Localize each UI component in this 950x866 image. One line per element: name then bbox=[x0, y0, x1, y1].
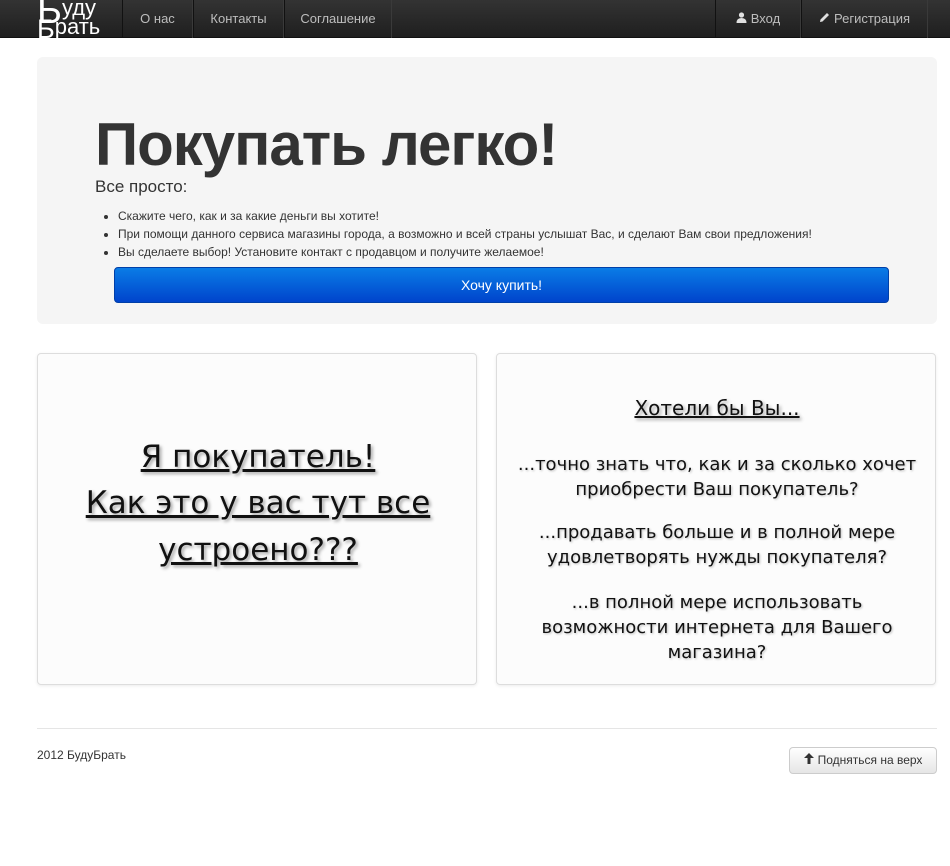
seller-card-line: магазина? bbox=[667, 642, 767, 663]
register-link[interactable]: Регистрация bbox=[801, 0, 928, 38]
seller-card-line: приобрести Ваш покупатель? bbox=[575, 479, 859, 500]
footer-divider bbox=[37, 728, 937, 729]
nav-item-contacts[interactable]: Контакты bbox=[193, 0, 284, 38]
buyer-card-line: Как это у вас тут все bbox=[85, 485, 431, 521]
brand-logo[interactable]: Буду Брать bbox=[37, 0, 123, 44]
brand-line-2: Брать bbox=[37, 14, 101, 44]
login-link[interactable]: Вход bbox=[715, 0, 801, 38]
nav-item-agreement[interactable]: Соглашение bbox=[284, 0, 392, 38]
seller-card-line: ...продавать больше и в полной мере bbox=[538, 522, 896, 543]
user-icon bbox=[736, 0, 747, 38]
seller-card-heading: Хотели бы Вы... bbox=[634, 396, 800, 420]
login-label: Вход bbox=[750, 11, 781, 26]
hero-bullets: Скажите чего, как и за какие деньги вы х… bbox=[118, 207, 812, 261]
register-label: Регистрация bbox=[834, 11, 910, 26]
copyright-text: 2012 БудуБрать bbox=[37, 748, 126, 762]
top-navbar: Буду Брать О нас Контакты Соглашение Вхо… bbox=[0, 0, 950, 44]
seller-card-line: удовлетворять нужды покупателя? bbox=[546, 547, 888, 568]
nav-item-label: О нас bbox=[140, 11, 175, 26]
buyer-card-line: устроено??? bbox=[158, 532, 358, 568]
nav-item-about[interactable]: О нас bbox=[122, 0, 193, 38]
nav-item-label: Контакты bbox=[210, 11, 267, 26]
buyer-card-line: Я покупатель! bbox=[140, 439, 376, 475]
list-item: При помощи данного сервиса магазины горо… bbox=[118, 225, 812, 243]
seller-card-line: ...в полной мере использовать bbox=[571, 592, 863, 613]
hero-unit: Покупать легко! Все просто: Скажите чего… bbox=[37, 57, 937, 324]
nav-item-label: Соглашение bbox=[300, 11, 376, 26]
pencil-icon bbox=[819, 0, 830, 38]
list-item: Вы сделаете выбор! Установите контакт с … bbox=[118, 243, 812, 261]
want-to-buy-button[interactable]: Хочу купить! bbox=[114, 267, 889, 303]
scroll-to-top-button[interactable]: Подняться на верх bbox=[789, 747, 937, 774]
seller-card[interactable]: Хотели бы Вы... ...точно знать что, как … bbox=[496, 353, 936, 685]
seller-card-line: ...точно знать что, как и за сколько хоч… bbox=[517, 454, 917, 475]
list-item: Скажите чего, как и за какие деньги вы х… bbox=[118, 207, 812, 225]
arrow-up-icon bbox=[803, 748, 814, 773]
hero-title: Покупать легко! bbox=[95, 111, 558, 178]
seller-card-line: возможности интернета для Вашего bbox=[541, 617, 893, 638]
scroll-to-top-label: Подняться на верх bbox=[817, 753, 923, 767]
hero-subtitle: Все просто: bbox=[95, 177, 188, 196]
buyer-card[interactable]: Я покупатель! Как это у вас тут все устр… bbox=[37, 353, 477, 685]
